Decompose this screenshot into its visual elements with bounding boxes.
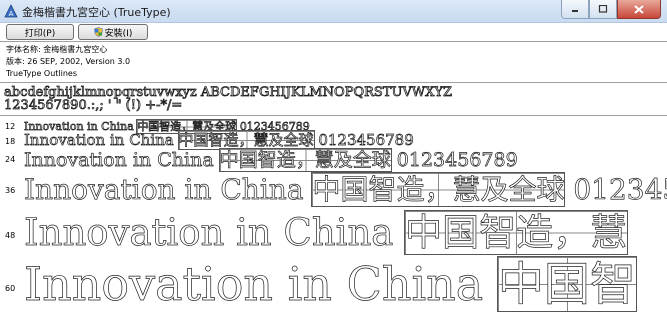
font-type: TrueType Outlines	[6, 69, 78, 78]
install-button-label: 安裝(I)	[104, 28, 133, 39]
size-label-60: 60	[5, 284, 16, 293]
sample-latin: Innovation in China	[24, 257, 484, 312]
size-label-48: 48	[5, 231, 16, 240]
toolbar: 打印(P) 安裝(I)	[0, 23, 667, 41]
charset-line-digits-symbols: 1234567890.:,; ' " (!) +-*/=	[4, 98, 183, 114]
sample-cjk: 中国智	[496, 256, 637, 312]
size-label-24: 24	[5, 155, 16, 164]
font-version: 版本: 26 SEP, 2002, Version 3.0	[6, 57, 131, 66]
size-label-12: 12	[5, 122, 16, 131]
print-button-label: 打印(P)	[24, 28, 56, 39]
window-title: 金梅楷書九宮空心 (TrueType)	[22, 6, 171, 19]
size-label-18: 18	[5, 137, 16, 146]
divider	[0, 82, 667, 83]
divider	[0, 115, 667, 116]
sample-line-60: Innovation in China 中国智	[24, 248, 637, 314]
minimize-icon	[572, 10, 578, 12]
close-button[interactable]	[617, 0, 661, 19]
maximize-icon	[598, 5, 608, 13]
minimize-button[interactable]	[561, 0, 589, 19]
svg-text:A: A	[9, 10, 14, 18]
print-button[interactable]: 打印(P)	[6, 24, 74, 40]
close-icon	[634, 4, 644, 14]
install-button[interactable]: 安裝(I)	[78, 24, 148, 40]
title-bar: A 金梅楷書九宮空心 (TrueType)	[0, 0, 667, 23]
shield-icon	[93, 27, 103, 37]
font-name: 字体名称: 金梅楷書九宮空心	[6, 45, 108, 54]
divider	[0, 41, 667, 42]
font-file-icon: A	[4, 4, 18, 18]
size-label-36: 36	[5, 186, 16, 195]
maximize-button[interactable]	[589, 0, 617, 19]
